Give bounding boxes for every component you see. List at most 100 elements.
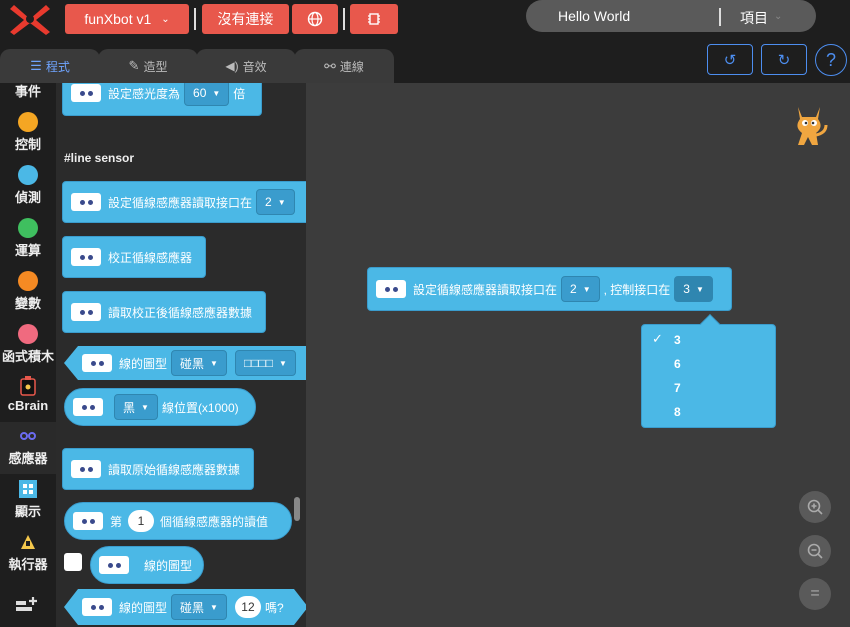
- read-port-dropdown[interactable]: 2 ▼: [561, 276, 600, 302]
- zoom-in-button[interactable]: [799, 491, 831, 523]
- block-text: 線的圖型: [119, 600, 168, 615]
- category-sensors[interactable]: 感應器: [0, 422, 56, 474]
- tab-sound[interactable]: ◀) 音效: [196, 49, 296, 83]
- category-label: 執行器: [8, 557, 48, 572]
- sensor-icon: [71, 460, 101, 478]
- tab-sound-label: 音效: [242, 59, 267, 74]
- category-sensing[interactable]: 偵測: [0, 161, 56, 213]
- connect-button[interactable]: 沒有連接: [202, 4, 289, 34]
- port-dropdown[interactable]: 2 ▼: [256, 189, 295, 215]
- undo-button[interactable]: ↺: [707, 44, 753, 75]
- category-display[interactable]: 顯示: [0, 475, 56, 527]
- category-cbrain[interactable]: cBrain: [0, 372, 56, 424]
- dropdown-value: 碰黑: [180, 356, 205, 371]
- sensor-icon: [73, 398, 103, 416]
- pattern-dropdown[interactable]: 碰黑 ▼: [171, 350, 227, 376]
- block-text: 校正循線感應器: [108, 250, 193, 265]
- sensor-icon: [376, 280, 406, 298]
- category-dot: [18, 165, 38, 185]
- category-label: 控制: [14, 137, 41, 152]
- block-line-position[interactable]: 黑 ▼ 線位置(x1000): [64, 388, 256, 426]
- block-calibrate[interactable]: 校正循線感應器: [62, 236, 206, 278]
- zoom-out-button[interactable]: [799, 535, 831, 567]
- category-label: 運算: [14, 243, 41, 258]
- block-text: 設定感光度為: [108, 86, 181, 101]
- tab-row: ☰ 程式 ✎ 造型 ◀) 音效 ⚯ 連線 ↺ ↻ ?: [0, 38, 850, 83]
- category-dot: [18, 218, 38, 238]
- firmware-button[interactable]: [350, 4, 398, 34]
- pattern-number-input[interactable]: 12: [235, 596, 261, 618]
- link-icon: ⚯: [324, 57, 336, 74]
- category-operators[interactable]: 運算: [0, 214, 56, 266]
- category-dot: [18, 271, 38, 291]
- cbrain-icon: [0, 375, 56, 397]
- zoom-out-icon: [807, 543, 823, 559]
- block-read-raw[interactable]: 讀取原始循線感應器數據: [62, 448, 254, 490]
- redo-button[interactable]: ↻: [761, 44, 807, 75]
- check-icon: ✓: [652, 331, 663, 346]
- section-title: #line sensor: [64, 151, 135, 165]
- category-events[interactable]: 事件: [0, 71, 56, 101]
- help-button[interactable]: ?: [815, 44, 847, 76]
- menu-bar: funXbot v1 ⌄ 沒有連接 Hello World 項目 ⌄: [0, 0, 850, 38]
- category-label: 變數: [14, 296, 41, 311]
- divider: [719, 8, 721, 26]
- sensor-icon: [73, 512, 103, 530]
- zoom-reset-button[interactable]: =: [799, 578, 831, 610]
- block-pattern-reporter[interactable]: 線的圖型: [90, 546, 204, 584]
- dropdown-option[interactable]: 6: [674, 357, 681, 371]
- monitor-checkbox[interactable]: [64, 553, 82, 571]
- sensor-index-input[interactable]: 1: [128, 510, 155, 532]
- palette-scrollbar[interactable]: [294, 497, 300, 521]
- block-text: 第: [110, 514, 123, 529]
- tab-connect[interactable]: ⚯ 連線: [294, 49, 394, 83]
- sensor-icon: [99, 556, 129, 574]
- block-read-calibrated[interactable]: 讀取校正後循線感應器數據: [62, 291, 266, 333]
- block-text: 線的圖型: [144, 558, 193, 573]
- device-label: funXbot v1: [84, 11, 152, 27]
- sensor-icon: [82, 598, 112, 616]
- caret-down-icon: ▼: [210, 358, 218, 368]
- block-nth-sensor-value[interactable]: 第 1 個循線感應器的讀值: [64, 502, 292, 540]
- sensor-icon: [71, 84, 101, 102]
- category-control[interactable]: 控制: [0, 108, 56, 160]
- device-select-button[interactable]: funXbot v1 ⌄: [65, 4, 189, 34]
- color-dropdown[interactable]: 黑 ▼: [114, 394, 158, 420]
- dropdown-option[interactable]: 7: [674, 381, 681, 395]
- category-dot: [18, 324, 38, 344]
- project-title[interactable]: Hello World: [558, 8, 630, 24]
- dropdown-option[interactable]: 3: [674, 333, 681, 347]
- block-text: 倍: [233, 86, 246, 101]
- block-line-pattern[interactable]: 線的圖型 碰黑 ▼ □□□□ ▼: [64, 346, 306, 380]
- category-my-blocks[interactable]: 函式積木: [0, 320, 56, 372]
- category-label: 函式積木: [1, 349, 54, 364]
- block-set-read-port[interactable]: 設定循線感應器讀取接口在 2 ▼: [62, 181, 306, 223]
- pattern-cells-dropdown[interactable]: □□□□ ▼: [234, 350, 296, 376]
- code-workspace[interactable]: 設定循線感應器讀取接口在 2 ▼ , 控制接口在 3 ▼ ✓ 3 6 7 8 =: [306, 83, 850, 627]
- category-actuators[interactable]: 執行器: [0, 528, 56, 580]
- tab-costume[interactable]: ✎ 造型: [98, 49, 198, 83]
- caret-down-icon: ▼: [277, 197, 286, 207]
- category-label: 事件: [14, 84, 41, 99]
- extensions-button[interactable]: [14, 595, 40, 617]
- block-text: 個循線感應器的讀值: [160, 514, 269, 529]
- block-pattern-boolean[interactable]: 線的圖型 碰黑 ▼ 12 嗎?: [64, 589, 306, 625]
- dropdown-value: □□□□: [243, 356, 273, 370]
- block-set-read-control-port[interactable]: 設定循線感應器讀取接口在 2 ▼ , 控制接口在 3 ▼: [367, 267, 732, 311]
- sensitivity-dropdown[interactable]: 60 ▼: [184, 83, 230, 106]
- logo-icon[interactable]: [8, 2, 52, 36]
- project-menu[interactable]: 項目: [740, 8, 768, 28]
- language-button[interactable]: [292, 4, 338, 34]
- connect-label: 沒有連接: [217, 11, 274, 27]
- dropdown-value: 碰黑: [180, 600, 205, 615]
- pattern-dropdown[interactable]: 碰黑 ▼: [171, 594, 227, 620]
- project-title-bar[interactable]: Hello World 項目 ⌄: [526, 0, 816, 32]
- dropdown-option[interactable]: 8: [674, 405, 681, 419]
- dropdown-value: 3: [683, 282, 690, 296]
- caret-down-icon: ▼: [695, 284, 704, 294]
- sensor-icon: [82, 354, 112, 372]
- block-set-light-sensitivity[interactable]: 設定感光度為 60 ▼ 倍: [62, 83, 262, 116]
- control-port-dropdown[interactable]: 3 ▼: [674, 276, 713, 302]
- category-variables[interactable]: 變數: [0, 267, 56, 319]
- block-text: 設定循線感應器讀取接口在: [413, 282, 558, 297]
